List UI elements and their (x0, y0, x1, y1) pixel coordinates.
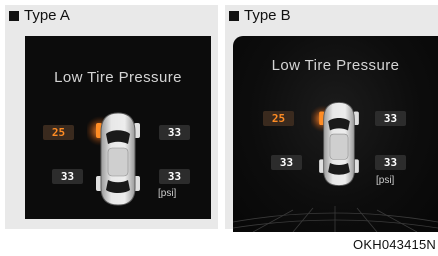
tire-pressure-rear-right: 33 (375, 155, 406, 170)
pressure-unit: [psi] (376, 175, 395, 186)
tire-pressure-rear-right: 33 (159, 169, 190, 184)
tire-pressure-front-left: 25 (43, 125, 74, 140)
cluster-display: Low Tire Pressure 25 33 33 33 [psi] (25, 36, 211, 219)
pressure-unit: [psi] (158, 188, 177, 199)
panel-header: Type A (9, 7, 70, 25)
square-bullet-icon (9, 11, 19, 21)
panel-header: Type B (229, 7, 291, 25)
screen-title: Low Tire Pressure (271, 57, 400, 74)
panel-type-a: Type A Low Tire Pressure 25 33 33 33 [ps… (5, 5, 218, 229)
tire-pressure-front-right: 33 (159, 125, 190, 140)
floor-grid-decoration (233, 206, 438, 232)
panel-type-b: Type B Low Tire Pressure 25 33 33 33 [ps… (225, 5, 438, 232)
panel-label: Type B (244, 7, 291, 24)
tire-pressure-front-left: 25 (263, 111, 294, 126)
tire-pressure-rear-left: 33 (52, 169, 83, 184)
panel-label: Type A (24, 7, 70, 24)
square-bullet-icon (229, 11, 239, 21)
tire-pressure-front-right: 33 (375, 111, 406, 126)
car-top-view-icon (311, 101, 359, 187)
figure-code: OKH043415N (353, 237, 436, 252)
screen-title: Low Tire Pressure (54, 69, 182, 86)
cluster-display: Low Tire Pressure 25 33 33 33 [psi] (233, 36, 438, 232)
tire-pressure-rear-left: 33 (271, 155, 302, 170)
car-top-view-icon (87, 112, 140, 206)
